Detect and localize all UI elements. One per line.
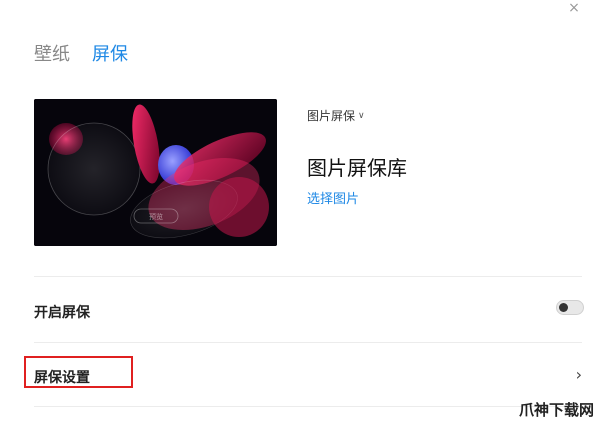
tab-wallpaper[interactable]: 壁纸 [34,40,70,66]
screensaver-type-label: 图片屏保 [307,109,356,123]
screensaver-settings-item[interactable]: 屏保设置 [34,367,90,387]
tab-bar: 壁纸 屏保 [34,40,128,66]
library-title: 图片屏保库 [307,156,407,180]
choose-images-link[interactable]: 选择图片 [307,188,359,207]
divider [34,406,582,407]
divider [34,342,582,343]
enable-screensaver-toggle[interactable] [556,300,584,315]
abstract-artwork-image: 预览 [34,99,277,246]
chevron-right-icon[interactable]: › [576,365,582,384]
screensaver-preview[interactable]: 预览 [34,99,277,246]
close-button[interactable]: × [564,0,584,20]
enable-screensaver-label: 开启屏保 [34,305,90,321]
toggle-knob [559,303,568,312]
chevron-down-icon: ∨ [358,110,365,121]
preview-button-label: 预览 [149,212,163,221]
divider [34,276,582,277]
screensaver-type-dropdown[interactable]: 图片屏保 ∨ [307,107,365,124]
site-watermark: 爪神下载网 [518,401,594,419]
tab-screensaver[interactable]: 屏保 [92,40,128,66]
